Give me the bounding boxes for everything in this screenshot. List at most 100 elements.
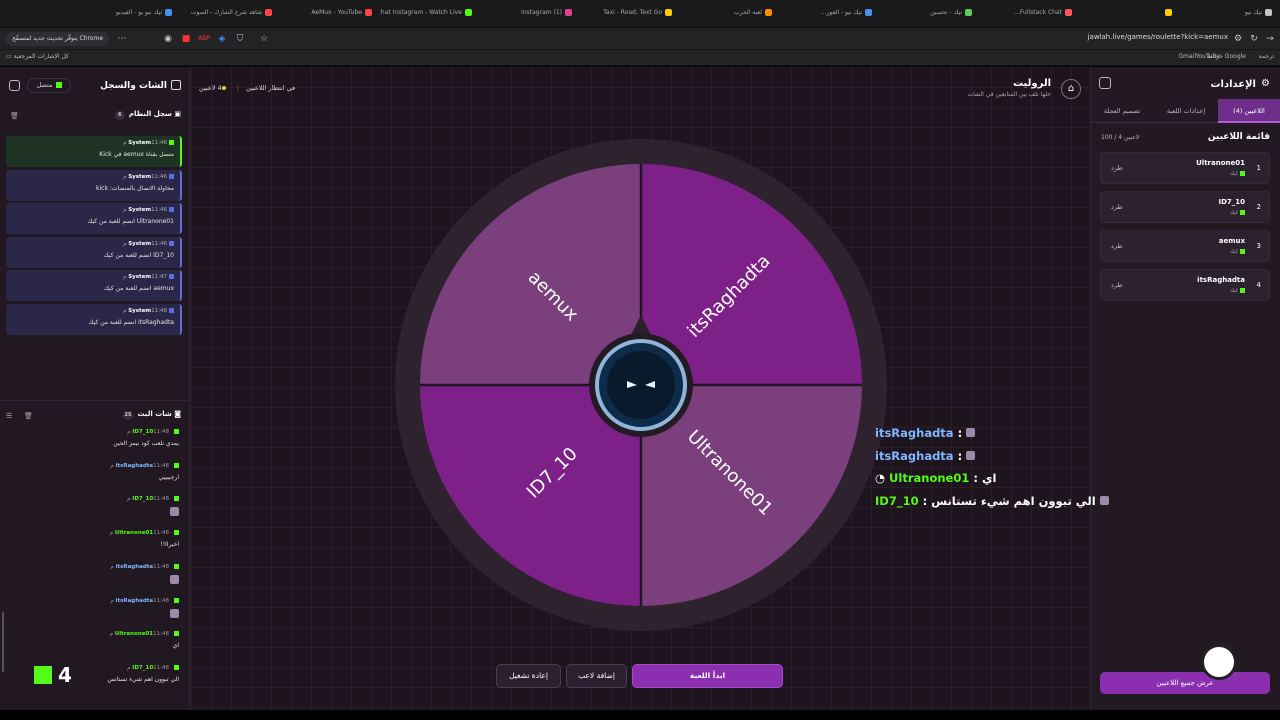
player-card: 2 ID7_10 كيك طرد — [1100, 191, 1270, 223]
message-text: متصل بقناة aemux في Kick — [99, 151, 174, 158]
player-card: 4 itsRaghadta كيك طرد — [1100, 269, 1270, 301]
extension-icon[interactable]: ◈ — [216, 33, 228, 45]
add-player-button[interactable]: إضافة لاعب — [566, 664, 627, 688]
player-number: 2 — [1256, 203, 1261, 211]
trash-icon[interactable]: 🗑 — [10, 112, 19, 120]
kick-player-button[interactable]: طرد — [1111, 281, 1123, 289]
trash-icon[interactable]: 🗑 — [24, 412, 33, 420]
message-meta: itsRaghadta11:48 م — [9, 563, 179, 570]
emoji-icon — [170, 608, 179, 618]
kick-icon — [174, 429, 179, 434]
kick-player-button[interactable]: طرد — [1111, 164, 1123, 172]
restart-button[interactable]: إعادة تشغيل — [496, 664, 561, 688]
roulette-wheel[interactable]: aemux itsRaghadtaUltranone01ID7_10 — [391, 135, 891, 635]
browser-tab[interactable]: Fullstack Chat... — [980, 9, 1072, 21]
message-meta: ID7_1011:48 م — [9, 429, 179, 435]
show-all-players-button[interactable]: عرض جميع اللاعبين — [1100, 672, 1270, 694]
collapse-panel-icon[interactable] — [9, 80, 20, 91]
browser-tab[interactable]: تيك - تحسين — [880, 9, 972, 21]
message-meta: System11:46 م — [119, 240, 174, 247]
star-icon[interactable]: ☆ — [258, 33, 270, 45]
kick-icon — [1240, 171, 1245, 176]
bookmark-all[interactable]: ▭ كل الإشارات المرجعية — [6, 53, 69, 60]
players-list-title: قائمة اللاعبين — [1207, 132, 1270, 142]
tab-players[interactable]: اللاعبين (4) — [1218, 99, 1280, 123]
site-settings-icon[interactable]: ⚙ — [1232, 33, 1244, 45]
message-meta: System11:46 م — [119, 140, 174, 146]
tab-game-settings[interactable]: إعدادات اللعبة — [1154, 99, 1218, 123]
tab-wheel-design[interactable]: تصميم العجلة — [1090, 99, 1154, 123]
overlay-chat-line: itsRaghadta : — [875, 426, 976, 440]
source-icon — [169, 173, 174, 179]
browser-tab[interactable]: تيك نيو - الفوز... — [780, 9, 872, 21]
start-game-button[interactable]: ابدأ اللعبة — [632, 664, 783, 688]
message-meta: Ultranone0111:48 م — [9, 530, 179, 536]
player-card: 1 Ultranone01 كيك طرد — [1100, 152, 1270, 184]
waiting-text: في انتظار اللاعبين — [246, 84, 296, 92]
message-text: Ultranone01 انضم للعبة من كيك — [87, 218, 174, 225]
settings-title: الإعدادات — [1210, 79, 1256, 90]
system-log-icon: ▣ — [171, 110, 181, 118]
browser-tab[interactable] — [1080, 9, 1172, 21]
kick-player-button[interactable]: طرد — [1111, 203, 1123, 211]
message-text: itsRaghadta انضم للعبة من كيك — [88, 318, 174, 326]
game-title: الروليت — [1012, 78, 1051, 89]
kick-logo-icon — [34, 666, 52, 684]
home-icon: ⌂ — [1067, 83, 1075, 94]
kick-icon — [1240, 210, 1245, 215]
source-icon — [169, 307, 174, 313]
kick-player-button[interactable]: طرد — [1111, 242, 1123, 250]
extension-icon[interactable]: ◉ — [162, 33, 174, 45]
kick-icon — [1240, 249, 1245, 254]
home-button[interactable]: ⌂ — [1061, 79, 1081, 99]
players-count-text: 4 لاعبين — [199, 84, 222, 92]
player-card: 3 aemux كيك طرد — [1100, 230, 1270, 262]
source-icon — [169, 240, 174, 246]
system-message: System11:46 م Ultranone01 انضم للعبة من ك… — [6, 203, 182, 234]
platform-label: كيك — [1230, 249, 1245, 255]
browser-tab[interactable]: لعبة الحرب — [680, 9, 772, 21]
platform-label: كيك — [1230, 288, 1245, 294]
favicon-icon — [265, 9, 272, 16]
player-name: itsRaghadta — [1197, 276, 1245, 284]
chrome-update-button[interactable]: يتوفّر تحديث جديد لمتصفّح Chrome — [6, 32, 110, 46]
browser-tab[interactable]: Taxi - Road, Text Go — [580, 9, 672, 21]
browser-tab[interactable]: شاهد شرح الشارك - الصوت — [180, 9, 272, 21]
kick-icon — [174, 631, 179, 637]
message-text: يمدي نلعب كود نيمز الحين — [113, 440, 179, 447]
shield-icon[interactable]: ⛉ — [234, 33, 246, 45]
favicon-icon — [965, 9, 972, 16]
favicon-icon — [165, 9, 172, 16]
platform-label: كيك — [1230, 171, 1245, 177]
back-icon[interactable]: → — [1264, 33, 1276, 45]
overlay-chat-line: ID7_10 : الي تبوون اهم شيء تستانس — [875, 494, 1109, 508]
browser-tab[interactable]: chat Instagram - Watch Live — [380, 9, 472, 21]
bookmark-translate[interactable]: ترجمة — [1259, 53, 1274, 60]
menu-icon[interactable]: ⋯ — [116, 33, 128, 45]
youtube-ext-icon[interactable]: ■ — [180, 33, 192, 45]
browser-tab-strip: تيك نيو Fullstack Chat... تيك - تحسين تيك ن… — [0, 0, 1280, 28]
browser-tab[interactable]: تيك نيو يو - الفيديو — [80, 9, 172, 21]
url-text[interactable]: jawlah.live/games/roulette?kick=aemux — [1088, 33, 1228, 41]
favicon-icon — [765, 9, 772, 16]
player-name: ID7_10 — [1218, 198, 1245, 206]
abp-icon[interactable]: ABP — [198, 33, 210, 45]
reload-icon[interactable]: ↻ — [1248, 33, 1260, 45]
browser-tab[interactable]: instagram (1) — [480, 9, 572, 21]
favicon-icon — [465, 9, 472, 16]
bookmark-maps[interactable]: خرائط Google — [1207, 53, 1246, 60]
avatar — [1099, 496, 1109, 505]
scrollbar[interactable] — [2, 612, 4, 672]
system-log-header: ▣ سجل النظام6 — [114, 110, 181, 120]
collapse-panel-icon[interactable] — [1099, 77, 1111, 89]
browser-tab[interactable]: AeMux - YouTube — [280, 9, 372, 21]
viewer-counter: 4 — [34, 663, 72, 687]
bookmark-gmail[interactable]: Gmail — [1178, 53, 1196, 60]
favicon-icon — [365, 9, 372, 16]
favicon-icon — [1265, 9, 1272, 16]
player-name: Ultranone01 — [1196, 159, 1245, 167]
kick-icon — [1240, 288, 1245, 293]
browser-tab[interactable]: تيك نيو — [1180, 9, 1272, 21]
chat-message: ID7_1011:48 م يمدي نلعب كود نيمز الحين — [9, 429, 179, 447]
filter-icon[interactable]: ☰ — [6, 412, 12, 420]
